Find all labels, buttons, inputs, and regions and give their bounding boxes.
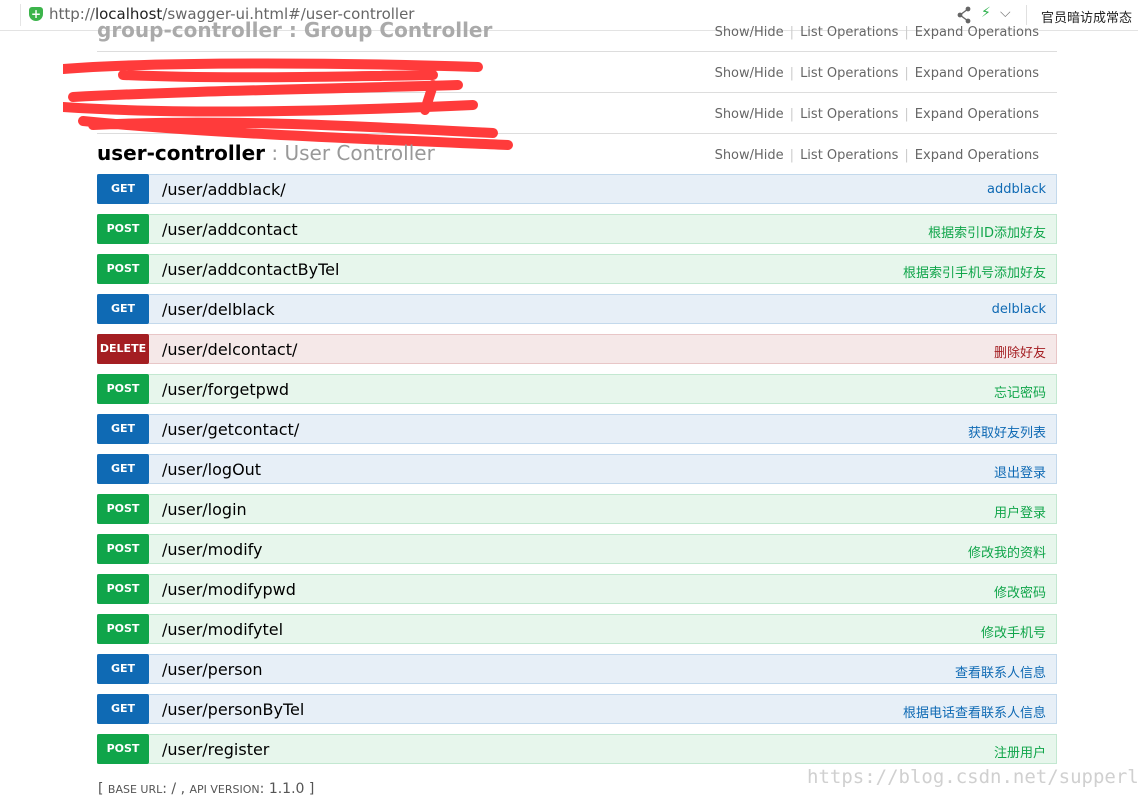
operation-row[interactable]: GET /user/personByTel 根据电话查看联系人信息 [97,694,1057,724]
operation-summary[interactable]: 修改我的资料 [968,542,1046,561]
resource-links: Show/Hide | List Operations | Expand Operati… [709,66,1045,81]
operation-path[interactable]: /user/delcontact/ [162,340,297,359]
http-method-badge[interactable]: POST [97,494,149,524]
operation-path[interactable]: /user/modifypwd [162,580,296,599]
resource-title[interactable]: user-controller : User Controller [97,141,435,165]
operation-summary[interactable]: 查看联系人信息 [955,662,1046,681]
operation-row[interactable]: GET /user/logOut 退出登录 [97,454,1057,484]
operation-summary[interactable]: delblack [992,302,1046,317]
operation-path[interactable]: /user/login [162,500,247,519]
list-operations-link[interactable]: List Operations [794,107,904,122]
operation-row[interactable]: GET /user/addblack/ addblack [97,174,1057,204]
operation-row[interactable]: POST /user/forgetpwd 忘记密码 [97,374,1057,404]
operation-summary[interactable]: 获取好友列表 [968,422,1046,441]
http-method-badge[interactable]: POST [97,534,149,564]
expand-operations-link[interactable]: Expand Operations [909,107,1045,122]
security-shield-icon[interactable]: + [29,7,43,21]
show-hide-link[interactable]: Show/Hide [709,148,790,163]
api-info-footer: [ BASE URL: / , API VERSION: 1.1.0 ] [98,781,315,797]
operation-summary[interactable]: 删除好友 [994,342,1046,361]
show-hide-link[interactable]: Show/Hide [709,25,790,40]
http-method-badge[interactable]: GET [97,454,149,484]
operation-row[interactable]: POST /user/modify 修改我的资料 [97,534,1057,564]
operation-summary[interactable]: addblack [987,182,1046,197]
operation-path[interactable]: /user/person [162,660,263,679]
operation-row[interactable]: POST /user/modifytel 修改手机号 [97,614,1057,644]
operation-path[interactable]: /user/addblack/ [162,180,286,199]
operation-path[interactable]: /user/forgetpwd [162,380,289,399]
list-operations-link[interactable]: List Operations [794,25,904,40]
operation-summary[interactable]: 修改密码 [994,582,1046,601]
show-hide-link[interactable]: Show/Hide [709,66,790,81]
resource-redacted-1: Show/Hide | List Operations | Expand Operati… [97,52,1057,93]
http-method-badge[interactable]: GET [97,414,149,444]
resource-group-controller: group-controller : Group Controller Show… [97,11,1057,52]
http-method-badge[interactable]: POST [97,614,149,644]
operation-row[interactable]: DELETE /user/delcontact/ 删除好友 [97,334,1057,364]
operation-row[interactable]: POST /user/login 用户登录 [97,494,1057,524]
operation-summary[interactable]: 注册用户 [994,742,1046,761]
operation-summary[interactable]: 退出登录 [994,462,1046,481]
show-hide-link[interactable]: Show/Hide [709,107,790,122]
operation-path[interactable]: /user/logOut [162,460,261,479]
resource-links: Show/Hide | List Operations | Expand Operati… [709,25,1045,40]
operation-summary[interactable]: 根据电话查看联系人信息 [903,702,1046,721]
http-method-badge[interactable]: POST [97,374,149,404]
operation-path[interactable]: /user/getcontact/ [162,420,299,439]
resource-user-controller: user-controller : User Controller Show/H… [97,134,1057,175]
operation-row[interactable]: GET /user/getcontact/ 获取好友列表 [97,414,1057,444]
expand-operations-link[interactable]: Expand Operations [909,148,1045,163]
http-method-badge[interactable]: GET [97,694,149,724]
expand-operations-link[interactable]: Expand Operations [909,25,1045,40]
http-method-badge[interactable]: DELETE [97,334,149,364]
http-method-badge[interactable]: GET [97,294,149,324]
http-method-badge[interactable]: GET [97,654,149,684]
http-method-badge[interactable]: POST [97,254,149,284]
resource-links: Show/Hide | List Operations | Expand Operati… [709,148,1045,163]
operation-summary[interactable]: 根据索引ID添加好友 [928,222,1046,241]
list-operations-link[interactable]: List Operations [794,66,904,81]
operation-summary[interactable]: 用户登录 [994,502,1046,521]
operation-path[interactable]: /user/delblack [162,300,275,319]
operation-path[interactable]: /user/addcontact [162,220,298,239]
operation-summary[interactable]: 修改手机号 [981,622,1046,641]
operation-path[interactable]: /user/modifytel [162,620,283,639]
watermark-text: https://blog.csdn.net/supperling [807,766,1138,788]
resource-redacted-2: Show/Hide | List Operations | Expand Operati… [97,93,1057,134]
http-method-badge[interactable]: GET [97,174,149,204]
http-method-badge[interactable]: POST [97,734,149,764]
operation-path[interactable]: /user/addcontactByTel [162,260,339,279]
operation-row[interactable]: GET /user/person 查看联系人信息 [97,654,1057,684]
http-method-badge[interactable]: POST [97,214,149,244]
list-operations-link[interactable]: List Operations [794,148,904,163]
operation-row[interactable]: POST /user/addcontact 根据索引ID添加好友 [97,214,1057,244]
operation-summary[interactable]: 忘记密码 [994,382,1046,401]
operation-row[interactable]: POST /user/addcontactByTel 根据索引手机号添加好友 [97,254,1057,284]
http-method-badge[interactable]: POST [97,574,149,604]
operation-path[interactable]: /user/personByTel [162,700,304,719]
operation-path[interactable]: /user/modify [162,540,262,559]
operation-row[interactable]: POST /user/register 注册用户 [97,734,1057,764]
toolbar-divider [20,4,21,26]
resource-title[interactable]: group-controller : Group Controller [97,18,492,42]
operation-summary[interactable]: 根据索引手机号添加好友 [903,262,1046,281]
expand-operations-link[interactable]: Expand Operations [909,66,1045,81]
operation-row[interactable]: POST /user/modifypwd 修改密码 [97,574,1057,604]
operation-path[interactable]: /user/register [162,740,269,759]
resource-links: Show/Hide | List Operations | Expand Operati… [709,107,1045,122]
operation-row[interactable]: GET /user/delblack delblack [97,294,1057,324]
